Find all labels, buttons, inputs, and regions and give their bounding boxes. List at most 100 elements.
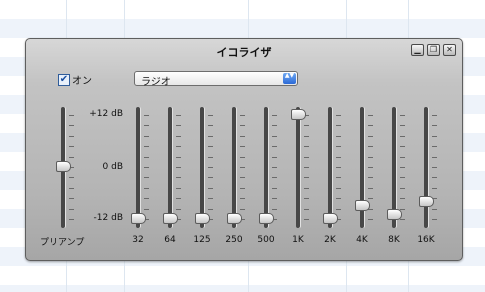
- tick-mark: [208, 157, 213, 158]
- minimize-icon[interactable]: ▁: [411, 44, 424, 56]
- tick-mark: [272, 198, 277, 199]
- tick-mark: [69, 177, 74, 178]
- tick-mark: [240, 125, 245, 126]
- band-slider-500-track[interactable]: [264, 107, 268, 228]
- tick-mark: [208, 198, 213, 199]
- tick-mark: [336, 125, 341, 126]
- band-slider-knob[interactable]: [419, 196, 434, 207]
- window-title: イコライザ: [216, 46, 272, 59]
- tick-mark: [176, 167, 181, 168]
- tick-mark: [304, 136, 309, 137]
- band-slider-2K-track[interactable]: [328, 107, 332, 228]
- tick-mark: [176, 125, 181, 126]
- band-slider-125-track[interactable]: [200, 107, 204, 228]
- tick-mark: [432, 146, 437, 147]
- band-slider-knob[interactable]: [387, 209, 402, 220]
- tick-mark: [400, 125, 405, 126]
- tick-mark: [176, 115, 181, 116]
- tick-mark: [240, 115, 245, 116]
- tick-mark: [336, 146, 341, 147]
- tick-mark: [144, 209, 149, 210]
- band-slider-32-track[interactable]: [136, 107, 140, 228]
- preset-dropdown[interactable]: ラジオ ▲▼: [134, 71, 298, 88]
- tick-mark: [176, 146, 181, 147]
- tick-mark: [144, 146, 149, 147]
- tick-mark: [368, 115, 373, 116]
- tick-mark: [208, 146, 213, 147]
- tick-mark: [208, 188, 213, 189]
- band-slider-1K-track[interactable]: [296, 107, 300, 228]
- tick-mark: [400, 146, 405, 147]
- tick-mark: [432, 157, 437, 158]
- tick-mark: [240, 177, 245, 178]
- tick-mark: [304, 177, 309, 178]
- tick-mark: [272, 157, 277, 158]
- tick-mark: [144, 198, 149, 199]
- tick-mark: [144, 177, 149, 178]
- tick-mark: [240, 136, 245, 137]
- tick-mark: [368, 198, 373, 199]
- tick-mark: [208, 209, 213, 210]
- preamp-label: プリアンプ: [40, 238, 85, 248]
- tick-mark: [272, 136, 277, 137]
- tick-mark: [176, 136, 181, 137]
- tick-mark: [272, 125, 277, 126]
- tick-mark: [304, 209, 309, 210]
- tick-mark: [176, 198, 181, 199]
- tick-mark: [69, 115, 74, 116]
- tick-mark: [69, 209, 74, 210]
- tick-mark: [208, 125, 213, 126]
- zoom-icon[interactable]: ❐: [427, 44, 440, 56]
- tick-mark: [304, 157, 309, 158]
- tick-mark: [400, 219, 405, 220]
- tick-mark: [400, 198, 405, 199]
- tick-mark: [400, 167, 405, 168]
- tick-mark: [336, 115, 341, 116]
- band-slider-knob[interactable]: [355, 200, 370, 211]
- tick-mark: [368, 136, 373, 137]
- tick-mark: [240, 209, 245, 210]
- band-slider-knob[interactable]: [323, 213, 338, 224]
- close-icon[interactable]: ✕: [443, 44, 456, 56]
- tick-mark: [144, 188, 149, 189]
- enable-label[interactable]: オン: [72, 72, 92, 87]
- band-slider-250-track[interactable]: [232, 107, 236, 228]
- tick-mark: [304, 198, 309, 199]
- preamp-slider-knob[interactable]: [56, 161, 71, 172]
- tick-mark: [208, 167, 213, 168]
- tick-mark: [368, 219, 373, 220]
- dropdown-arrow-icon[interactable]: ▲▼: [283, 73, 296, 84]
- db-zero-label: 0 dB: [102, 162, 123, 172]
- band-slider-knob[interactable]: [259, 213, 274, 224]
- tick-mark: [432, 219, 437, 220]
- tick-mark: [432, 115, 437, 116]
- tick-mark: [69, 157, 74, 158]
- tick-mark: [272, 115, 277, 116]
- band-slider-knob[interactable]: [131, 213, 146, 224]
- band-label: 16K: [417, 235, 435, 245]
- band-slider-64-track[interactable]: [168, 107, 172, 228]
- band-slider-16K-track[interactable]: [424, 107, 428, 228]
- tick-mark: [336, 136, 341, 137]
- tick-mark: [272, 167, 277, 168]
- tick-mark: [336, 209, 341, 210]
- band-slider-knob[interactable]: [195, 213, 210, 224]
- tick-mark: [240, 167, 245, 168]
- equalizer-window: イコライザ ▁ ❐ ✕ ✔ オン ラジオ ▲▼ +12 dB 0 dB -12 …: [25, 38, 463, 261]
- tick-mark: [272, 188, 277, 189]
- tick-mark: [336, 157, 341, 158]
- tick-mark: [176, 188, 181, 189]
- tick-mark: [400, 177, 405, 178]
- tick-mark: [432, 177, 437, 178]
- tick-mark: [304, 167, 309, 168]
- band-slider-knob[interactable]: [163, 213, 178, 224]
- tick-mark: [336, 167, 341, 168]
- db-max-label: +12 dB: [89, 109, 123, 119]
- tick-mark: [432, 209, 437, 210]
- enable-checkbox[interactable]: ✔: [58, 74, 70, 86]
- band-slider-knob[interactable]: [291, 109, 306, 120]
- tick-mark: [176, 209, 181, 210]
- updown-arrows-icon: ▲▼: [284, 72, 295, 79]
- tick-mark: [336, 177, 341, 178]
- band-slider-knob[interactable]: [227, 213, 242, 224]
